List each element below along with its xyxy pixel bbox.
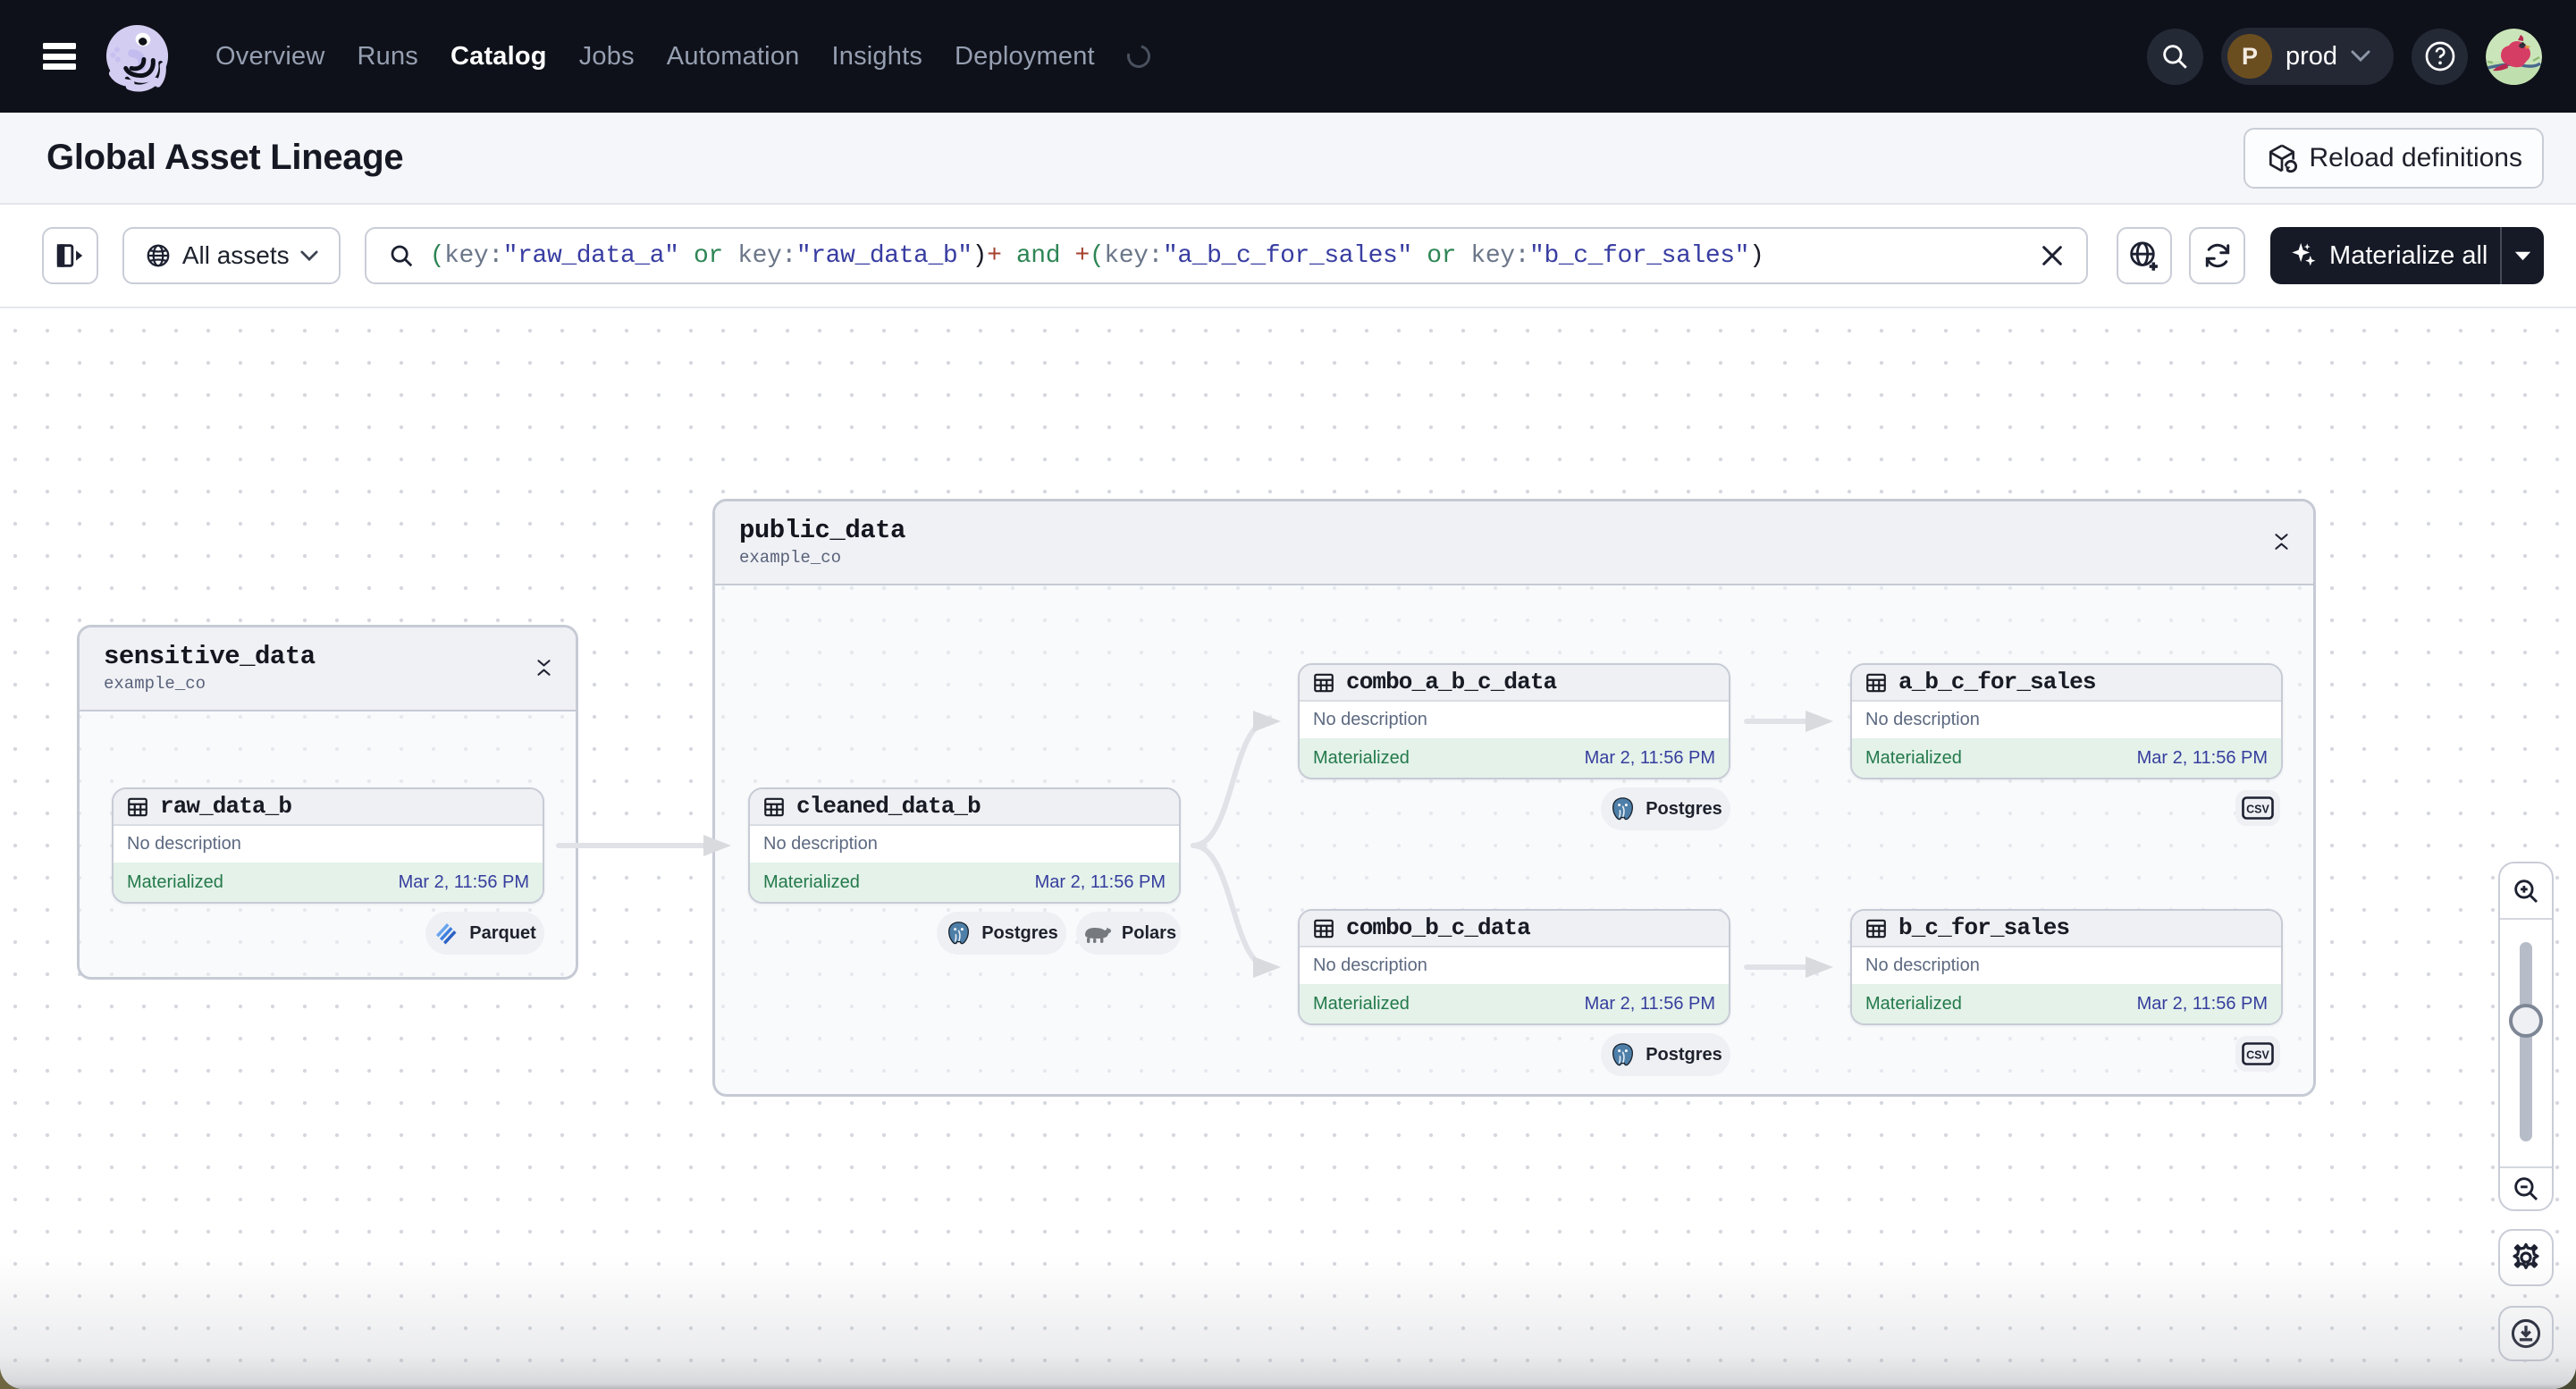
svg-text:CSV: CSV (2246, 1049, 2269, 1062)
svg-text:CSV: CSV (2246, 804, 2269, 816)
